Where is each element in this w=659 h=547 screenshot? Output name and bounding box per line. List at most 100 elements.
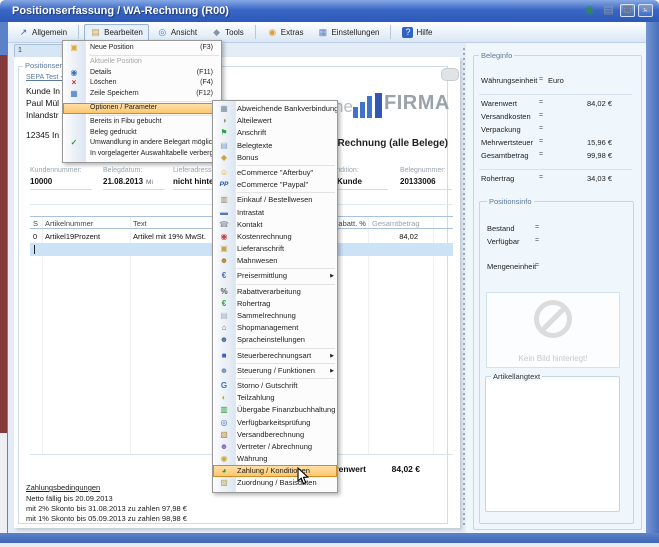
menu-tools[interactable]: ◆ Tools: [205, 24, 250, 41]
field-kundennummer[interactable]: Kundennummer: 10000: [30, 167, 92, 190]
submenu-item-rabattverarbeitung[interactable]: % Rabattverarbeitung: [213, 286, 337, 298]
column-header-s[interactable]: S: [33, 219, 38, 228]
total-value: 84,02 €: [360, 464, 420, 474]
menu-item-label: Optionen / Parameter: [90, 103, 157, 114]
submenu-item-ecommerce-afterbuy[interactable]: ☺ eCommerce "Afterbuy": [213, 167, 337, 179]
submenu-item-anschrift[interactable]: ⚑ Anschrift: [213, 127, 337, 139]
submenu-item-verfuegbarkeitspruefung[interactable]: ◎ Verfügbarkeitsprüfung: [213, 417, 337, 429]
menu-item-label: Belegtexte: [237, 140, 272, 152]
menu-item-neue-position[interactable]: ▣ Neue Position (F3): [63, 43, 221, 54]
field-belegnummer[interactable]: Belegnummer: 20133006: [400, 167, 452, 190]
panel-separator: [473, 89, 640, 99]
menu-item-loeschen[interactable]: × Löschen (F4): [63, 78, 221, 89]
submenu-item-mahnwesen[interactable]: ☻ Mahnwesen: [213, 255, 337, 267]
submenu-item-sammelrechnung[interactable]: ▤ Sammelrechnung: [213, 310, 337, 322]
submenu-item-abweichende-bankverbindung[interactable]: ▦ Abweichende Bankverbindung: [213, 103, 337, 115]
submenu-item-kontakt[interactable]: ☎ Kontakt: [213, 219, 337, 231]
menu-hilfe[interactable]: ? Hilfe: [396, 24, 438, 41]
menu-item-aktuelle-position: Aktuelle Position: [63, 57, 221, 68]
toolbar-button-icon: ▤: [90, 27, 101, 38]
column-header-gesamtbetrag[interactable]: Gesamtbetrag: [372, 219, 420, 228]
submenu-item-rohertrag[interactable]: € Rohertrag: [213, 298, 337, 310]
submenu-item-steuerung-funktionen[interactable]: ☻ Steuerung / Funktionen ▶: [213, 365, 337, 377]
submenu-item-spracheinstellungen[interactable]: ☻ Spracheinstellungen: [213, 334, 337, 346]
field-value[interactable]: 21.08.2013Mi: [103, 177, 165, 186]
column-header-text[interactable]: Text: [133, 219, 147, 228]
window-border-bottom-edge: [0, 543, 659, 547]
app-window: Positionserfassung / WA-Rechnung (R00) □…: [0, 0, 659, 547]
submenu-item-versandberechnung[interactable]: ▧ Versandberechnung: [213, 429, 337, 441]
menu-item-details[interactable]: ◉ Details (F11): [63, 68, 221, 79]
menu-item-optionen-parameter[interactable]: Optionen / Parameter ▶: [63, 103, 221, 114]
field-belegdatum[interactable]: Belegdatum: 21.08.2013Mi: [103, 167, 165, 190]
menu-extras[interactable]: ◉ Extras: [261, 24, 310, 41]
menu-item-umwandlung-moeglich[interactable]: ✓ Umwandlung in andere Belegart möglich: [63, 138, 221, 149]
equals-sign: =: [535, 262, 539, 269]
menu-item-label: Kostenrechnung: [237, 231, 292, 243]
submenu-item-shopmanagement[interactable]: ⌂ Shopmanagement: [213, 322, 337, 334]
submenu-item-einkauf-bestellwesen[interactable]: ▥ Einkauf / Bestellwesen: [213, 194, 337, 206]
document-icon[interactable]: ▤: [602, 4, 615, 17]
panel-gap: [479, 250, 632, 262]
sync-globe-icon[interactable]: ◉: [583, 4, 596, 17]
submenu-arrow-icon: ▶: [330, 350, 334, 362]
menu-item-label: Preisermittlung: [237, 270, 287, 282]
column-header-artikelnummer[interactable]: Artikelnummer: [45, 219, 93, 228]
submenu-item-zuordnung-basisdaten[interactable]: ▨ Zuordnung / Basisdaten: [213, 477, 337, 489]
field-underline: [103, 189, 165, 190]
info-label: Verfügbar: [487, 237, 520, 246]
submenu-item-lieferanschrift[interactable]: ▣ Lieferanschrift: [213, 243, 337, 255]
menu-item-label: Übergabe Finanzbuchhaltung: [237, 404, 335, 416]
field-value[interactable]: 10000: [30, 177, 92, 186]
menu-bearbeiten[interactable]: ▤ Bearbeiten: [84, 24, 149, 41]
cell-s: 0: [33, 232, 37, 241]
menu-item-in-vorgelagerter-verbergen[interactable]: In vorgelagerter Auswahltabelle verberge…: [63, 149, 221, 160]
toolbar-button-icon: ?: [402, 27, 413, 38]
submenu-item-intrastat[interactable]: ▬ Intrastat: [213, 207, 337, 219]
menu-item-label: Storno / Gutschrift: [237, 380, 297, 392]
submenu-item-belegtexte[interactable]: ▤ Belegtexte: [213, 140, 337, 152]
submenu-item-kostenrechnung[interactable]: ◉ Kostenrechnung: [213, 231, 337, 243]
submenu-item-waehrung[interactable]: ◉ Währung: [213, 453, 337, 465]
field-value[interactable]: 20133006: [400, 177, 452, 186]
submenu-item-steuerberechnungsart[interactable]: ■ Steuerberechnungsart ▶: [213, 350, 337, 362]
menu-item-zeile-speichern[interactable]: ▦ Zeile Speichern (F12): [63, 89, 221, 100]
optionen-parameter-submenu: ▦ Abweichende Bankverbindung ◑ Alteilewe…: [212, 100, 338, 493]
panel-splitter[interactable]: [463, 48, 465, 526]
customer-link[interactable]: SEPA Test -: [26, 74, 63, 81]
artikellangtext-box[interactable]: [485, 376, 620, 512]
menu-item-label: Spracheinstellungen: [237, 334, 305, 346]
menu-einstellungen[interactable]: ▦ Einstellungen: [311, 24, 385, 41]
submenu-item-uebergabe-finanzbuchhaltung[interactable]: ▥ Übergabe Finanzbuchhaltung: [213, 404, 337, 416]
field-label: Kundennummer:: [30, 167, 92, 174]
artikellangtext-label: Artikellangtext: [491, 372, 542, 381]
logo-brand-text: FIRMA: [384, 92, 450, 115]
mail-icon[interactable]: ✉: [640, 4, 653, 17]
splitter-collapse-handle[interactable]: [441, 68, 459, 81]
submenu-item-vertreter-abrechnung[interactable]: ☻ Vertreter / Abrechnung: [213, 441, 337, 453]
menu-item-icon: ▣: [216, 243, 232, 255]
submenu-item-ecommerce-paypal[interactable]: PP eCommerce "Paypal": [213, 179, 337, 191]
toolbar-right-icons: ◉ ▤ ▦ ✉: [583, 4, 653, 17]
menu-ansicht[interactable]: ◎ Ansicht: [151, 24, 203, 41]
submenu-item-zahlung-konditionen[interactable]: ◕ Zahlung / Konditionen: [213, 465, 337, 477]
submenu-item-alteilewert[interactable]: ◑ Alteilewert: [213, 115, 337, 127]
menu-item-bereits-in-fibu-gebucht[interactable]: Bereits in Fibu gebucht: [63, 117, 221, 128]
payment-terms-line: mit 1% Skonto bis 05.09.2013 zu zahlen 9…: [26, 514, 187, 523]
submenu-item-bonus[interactable]: ◆ Bonus: [213, 152, 337, 164]
menu-item-beleg-gedruckt[interactable]: Beleg gedruckt: [63, 128, 221, 139]
submenu-item-teilzahlung[interactable]: ◐ Teilzahlung: [213, 392, 337, 404]
title-bar[interactable]: Positionserfassung / WA-Rechnung (R00): [0, 0, 659, 22]
row-warenwert: Warenwert = 84,02 €: [473, 99, 640, 112]
row-bestand: Bestand =: [479, 224, 632, 237]
submenu-item-storno-gutschrift[interactable]: G Storno / Gutschrift: [213, 380, 337, 392]
print-icon[interactable]: ▦: [621, 4, 634, 17]
submenu-item-preisermittlung[interactable]: € Preisermittlung ▶: [213, 270, 337, 282]
menu-allgemein[interactable]: ↗ Allgemein: [12, 24, 73, 41]
menu-item-icon: ◉: [216, 231, 232, 243]
menu-item-icon: ▨: [216, 477, 232, 489]
menu-item-icon: ◆: [216, 152, 232, 164]
toolbar-button-label: Tools: [225, 28, 244, 37]
toolbar-button-label: Bearbeiten: [104, 28, 143, 37]
cell-text: Artikel mit 19% MwSt.: [133, 232, 206, 241]
